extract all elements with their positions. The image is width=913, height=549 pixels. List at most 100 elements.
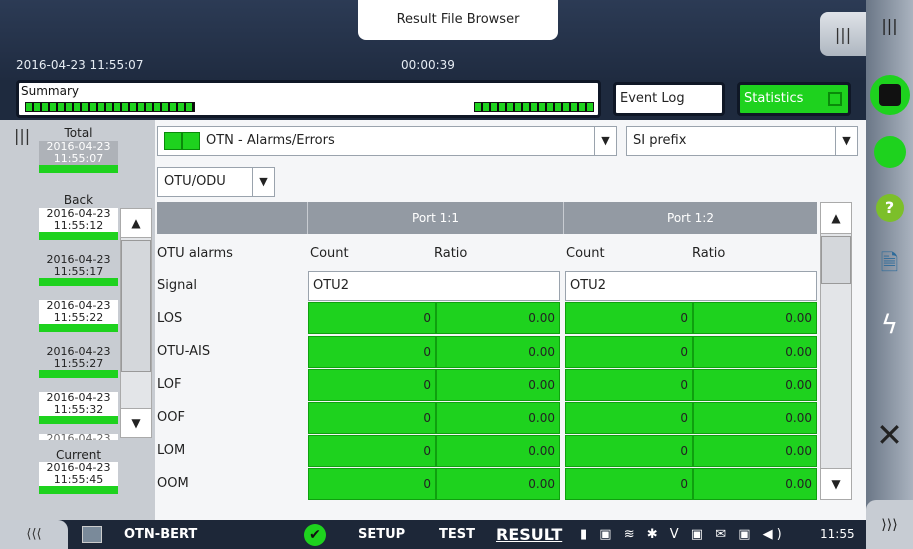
table-scroll-down[interactable]: ▼: [820, 468, 852, 500]
back-label: Back: [63, 193, 94, 207]
row-label: LOS: [157, 311, 183, 326]
row-label: OOF: [157, 410, 185, 425]
test-tab[interactable]: TEST: [439, 520, 475, 549]
row-label: OTU-AIS: [157, 344, 211, 359]
app-name: OTN-BERT: [124, 527, 198, 542]
table-cell: 0.00: [693, 336, 817, 368]
history-scroll-thumb[interactable]: [121, 240, 151, 372]
lightning-icon: ϟ: [880, 310, 899, 340]
event-log-button[interactable]: Event Log: [613, 82, 725, 116]
app-icon: [82, 526, 102, 543]
status-led-icon: [873, 136, 906, 168]
column-header-ratio: Ratio: [692, 246, 726, 261]
arrow-down-icon: ▼: [831, 477, 841, 491]
table-cell: 0.00: [436, 302, 560, 334]
prefix-dropdown[interactable]: SI prefix ▼: [626, 126, 858, 156]
history-scroll-up[interactable]: ▲: [120, 208, 152, 238]
table-cell: 0: [308, 435, 436, 467]
table-cell: 0.00: [436, 402, 560, 434]
table-cell: 0: [565, 402, 693, 434]
next-panel-button[interactable]: ⟩⟩⟩: [866, 500, 913, 549]
chevron-down-icon: ▼: [594, 127, 616, 155]
table-cell: 0.00: [693, 402, 817, 434]
summary-bar[interactable]: Summary: [16, 80, 601, 118]
statistics-indicator-icon: [828, 92, 842, 106]
table-cell: 0.00: [436, 468, 560, 500]
table-cell: 0: [308, 302, 436, 334]
row-label: OOM: [157, 476, 189, 491]
layer-dropdown[interactable]: OTU/ODU ▼: [157, 167, 275, 197]
statistics-button[interactable]: Statistics: [737, 82, 851, 116]
table-cell: 0: [565, 369, 693, 401]
prev-panel-button[interactable]: ⟨⟨⟨: [0, 520, 68, 549]
current-timestamp[interactable]: 2016-04-23 11:55:45: [39, 462, 118, 494]
row-label: LOM: [157, 443, 186, 458]
help-button[interactable]: ?: [866, 183, 913, 233]
report-button[interactable]: 🗎: [866, 240, 913, 290]
history-scroll-down[interactable]: ▼: [120, 408, 152, 438]
table-cell: 0.00: [436, 336, 560, 368]
history-item[interactable]: 2016-04-23 11:55:22: [39, 300, 118, 332]
stop-icon: [869, 75, 910, 115]
table-scroll-up[interactable]: ▲: [820, 202, 852, 234]
history-item[interactable]: 2016-04-23 11:55:32: [39, 392, 118, 424]
history-item[interactable]: 2016-04-23 11:55:12: [39, 208, 118, 240]
table-cell: 0: [565, 435, 693, 467]
column-header-count: Count: [566, 246, 605, 261]
setup-tab[interactable]: SETUP: [358, 520, 405, 549]
section-label: OTU alarms: [157, 246, 233, 261]
chevron-left-icon: ⟨⟨⟨: [26, 527, 42, 542]
status-led: [866, 127, 913, 177]
table-cell: 0: [565, 302, 693, 334]
prefix-value: SI prefix: [633, 133, 687, 148]
window-title: Result File Browser: [358, 0, 558, 40]
arrow-up-icon: ▲: [131, 216, 141, 230]
port-header: Port 1:1: [307, 202, 563, 234]
rail-menu-button[interactable]: |||: [866, 0, 913, 50]
table-cell: 0.00: [693, 302, 817, 334]
stop-button[interactable]: [866, 70, 913, 120]
error-inject-button[interactable]: ϟ: [866, 300, 913, 350]
table-scroll-thumb[interactable]: [821, 236, 851, 284]
menu-icon: |||: [881, 15, 898, 35]
arrow-up-icon: ▲: [831, 211, 841, 225]
check-icon: ✔: [304, 524, 326, 546]
summary-progress-left: [25, 102, 195, 112]
table-cell: 0: [308, 336, 436, 368]
history-collapse-icon[interactable]: |||: [14, 126, 30, 145]
bottom-bar: ⟨⟨⟨ OTN-BERT ✔ SETUP TEST RESULT ▮ ▣ ≋ ✱…: [0, 520, 866, 549]
category-dropdown[interactable]: OTN - Alarms/Errors ▼: [157, 126, 617, 156]
summary-progress-right: [474, 102, 594, 112]
total-label: Total: [64, 126, 93, 140]
row-label: LOF: [157, 377, 182, 392]
table-cell: 0.00: [693, 369, 817, 401]
current-label: Current: [55, 448, 102, 462]
total-timestamp[interactable]: 2016-04-23 11:55:07: [39, 141, 118, 173]
elapsed-timer: 00:00:39: [401, 58, 455, 72]
table-cell: 0: [308, 369, 436, 401]
report-icon: 🗎: [880, 251, 899, 276]
chevron-down-icon: ▼: [252, 168, 274, 196]
table-cell: 0.00: [436, 369, 560, 401]
statistics-label: Statistics: [744, 91, 804, 106]
result-tab[interactable]: RESULT: [496, 520, 562, 549]
status-icons: ▮ ▣ ≋ ✱ V ▣ ✉ ▣ ◀): [580, 527, 786, 542]
signal-label: Signal: [157, 278, 197, 293]
arrow-down-icon: ▼: [131, 416, 141, 430]
history-item[interactable]: 2016-04-23 11:55:17: [39, 254, 118, 286]
table-cell: 0: [308, 402, 436, 434]
table-cell: 0.00: [436, 435, 560, 467]
signal-value: OTU2: [308, 271, 560, 301]
layer-value: OTU/ODU: [164, 174, 226, 189]
table-cell: 0: [565, 336, 693, 368]
table-cell: 0: [308, 468, 436, 500]
category-value: OTN - Alarms/Errors: [206, 133, 335, 148]
panel-tab-handle[interactable]: |||: [820, 12, 866, 56]
port-header: Port 1:2: [563, 202, 817, 234]
column-header-ratio: Ratio: [434, 246, 468, 261]
close-button[interactable]: ✕: [866, 410, 913, 460]
history-item[interactable]: 2016-04-23 11:55:27: [39, 346, 118, 378]
table-cell: 0: [565, 468, 693, 500]
help-icon: ?: [875, 194, 904, 222]
chevron-down-icon: ▼: [835, 127, 857, 155]
